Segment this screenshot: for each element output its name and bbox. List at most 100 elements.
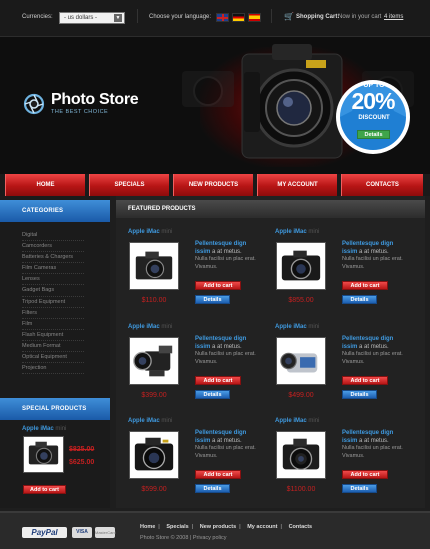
category-item[interactable]: Flash Equipment <box>22 330 84 341</box>
add-to-cart-button[interactable]: Add to cart <box>195 376 241 385</box>
specials-header: SPECIAL PRODUCTS <box>0 398 110 420</box>
product-title[interactable]: Apple iMac mini <box>275 418 319 424</box>
category-item[interactable]: Filters <box>22 308 84 319</box>
product-title[interactable]: Apple iMac mini <box>275 324 319 330</box>
logo-icon[interactable] <box>23 93 45 115</box>
cart-label: Shopping Cart: <box>296 14 340 20</box>
nav-new-products[interactable]: NEW PRODUCTS <box>173 174 255 196</box>
flag-de-icon[interactable] <box>232 13 245 22</box>
product-description: Nulla facilisi un plac erat. Vivamus. <box>195 256 256 270</box>
divider: | <box>280 524 283 530</box>
product-name[interactable]: Apple iMac <box>275 418 307 424</box>
product-title[interactable]: Apple iMac mini <box>128 229 172 235</box>
currency-select[interactable]: - us dollars - ▼ <box>59 12 125 24</box>
footer-link-specials[interactable]: Specials <box>166 524 188 530</box>
nav-specials[interactable]: SPECIALS <box>89 174 171 196</box>
category-item[interactable]: Projection <box>22 363 84 375</box>
product-card: Apple iMac mini $110.00 Pellentesque dig… <box>128 229 268 317</box>
product-description: Nulla facilisi un plac erat. Vivamus. <box>342 351 403 365</box>
category-item[interactable]: Batteries & Chargers <box>22 252 84 264</box>
category-item[interactable]: Film Cameras <box>22 263 84 275</box>
product-card: Apple iMac mini $599.00 Pellentesque dig… <box>128 418 268 506</box>
camcorder-icon[interactable] <box>129 337 179 385</box>
details-button[interactable]: Details <box>195 295 230 304</box>
details-button[interactable]: Details <box>342 295 377 304</box>
details-button[interactable]: Details <box>342 390 377 399</box>
details-button[interactable]: Details <box>195 390 230 399</box>
cart-items-link[interactable]: 4 items <box>384 14 403 20</box>
nav-home[interactable]: HOME <box>5 174 87 196</box>
product-tag: mini <box>161 229 173 235</box>
product-description: Nulla facilisi un plac erat. Vivamus. <box>342 256 403 270</box>
product-desc-title[interactable]: Pellentesque dign issim a at metus. <box>342 430 410 445</box>
desc-title-rest: a at metus. <box>212 437 242 444</box>
add-to-cart-button[interactable]: Add to cart <box>342 281 388 290</box>
product-desc-title[interactable]: Pellentesque dign issim a at metus. <box>342 336 410 351</box>
promo-details-button[interactable]: Details <box>357 130 390 139</box>
camera-icon[interactable] <box>276 242 326 290</box>
add-to-cart-button[interactable]: Add to cart <box>342 376 388 385</box>
camcorder-icon[interactable] <box>276 337 326 385</box>
category-item[interactable]: Gadget Bags <box>22 285 84 297</box>
product-description: Nulla facilisi un plac erat. Vivamus. <box>195 445 256 459</box>
special-product-name[interactable]: Apple iMac <box>22 426 54 432</box>
footer-link-home[interactable]: Home <box>140 524 155 530</box>
add-to-cart-button[interactable]: Add to cart <box>195 281 241 290</box>
product-desc-title[interactable]: Pellentesque dign issim a at metus. <box>195 336 263 351</box>
category-item[interactable]: Digital <box>22 230 84 242</box>
product-tag: mini <box>161 418 173 424</box>
product-name[interactable]: Apple iMac <box>128 229 160 235</box>
product-name[interactable]: Apple iMac <box>275 229 307 235</box>
category-item[interactable]: Lenses <box>22 274 84 286</box>
add-to-cart-button[interactable]: Add to cart <box>342 470 388 479</box>
desc-title-rest: a at metus. <box>359 343 389 350</box>
product-title[interactable]: Apple iMac mini <box>275 229 319 235</box>
desc-title-rest: a at metus. <box>359 248 389 255</box>
logo-title[interactable]: Photo Store <box>51 91 139 109</box>
product-desc-title[interactable]: Pellentesque dign issim a at metus. <box>195 241 263 256</box>
product-name[interactable]: Apple iMac <box>275 324 307 330</box>
footer-link-contacts[interactable]: Contacts <box>289 524 313 530</box>
footer-link-my-account[interactable]: My account <box>247 524 277 530</box>
product-name[interactable]: Apple iMac <box>128 418 160 424</box>
footer-link-new-products[interactable]: New products <box>200 524 236 530</box>
product-price: $599.00 <box>141 486 167 493</box>
details-button[interactable]: Details <box>195 484 230 493</box>
camera-icon[interactable] <box>23 436 64 473</box>
special-product-tag: mini <box>55 426 67 432</box>
category-item[interactable]: Medium Format <box>22 341 84 353</box>
product-desc-title[interactable]: Pellentesque dign issim a at metus. <box>342 241 410 256</box>
product-title[interactable]: Apple iMac mini <box>128 418 172 424</box>
camera-icon[interactable] <box>129 431 179 479</box>
special-add-to-cart-button[interactable]: Add to cart <box>23 485 66 494</box>
special-product-title[interactable]: Apple iMac mini <box>22 426 66 432</box>
promo-discount: DISCOUNT <box>358 115 390 121</box>
divider: | <box>158 524 160 530</box>
nav-my-account[interactable]: MY ACCOUNT <box>257 174 339 196</box>
currency-label: Currencies: <box>22 14 53 20</box>
flag-es-icon[interactable] <box>248 13 261 22</box>
category-item[interactable]: Tripod Equipment <box>22 297 84 308</box>
details-button[interactable]: Details <box>342 484 377 493</box>
product-name[interactable]: Apple iMac <box>128 324 160 330</box>
divider: | <box>239 524 241 530</box>
divider <box>271 9 272 23</box>
category-item[interactable]: Camcorders <box>22 241 84 253</box>
product-card: Apple iMac mini $399.00 Pellentesque dig… <box>128 324 268 412</box>
nav-contacts[interactable]: CONTACTS <box>341 174 425 196</box>
header-banner: Photo Store THE BEST CHOICE UP TO 20% DI… <box>0 37 430 174</box>
category-item[interactable]: Film <box>22 319 84 330</box>
category-item[interactable]: Optical Equipment <box>22 352 84 364</box>
camera-icon[interactable] <box>129 242 179 290</box>
product-tag: mini <box>308 324 320 330</box>
camera-icon[interactable] <box>276 431 326 479</box>
promo-percent: 20% <box>351 88 395 114</box>
page: Currencies: - us dollars - ▼ Choose your… <box>0 0 430 549</box>
product-title[interactable]: Apple iMac mini <box>128 324 172 330</box>
cart-icon[interactable]: 🛒 <box>284 13 294 21</box>
add-to-cart-button[interactable]: Add to cart <box>195 470 241 479</box>
copyright: Photo Store © 2008 | Privacy policy <box>140 535 227 541</box>
flag-uk-icon[interactable] <box>216 13 229 22</box>
product-price: $855.00 <box>288 297 314 304</box>
product-desc-title[interactable]: Pellentesque dign issim a at metus. <box>195 430 263 445</box>
